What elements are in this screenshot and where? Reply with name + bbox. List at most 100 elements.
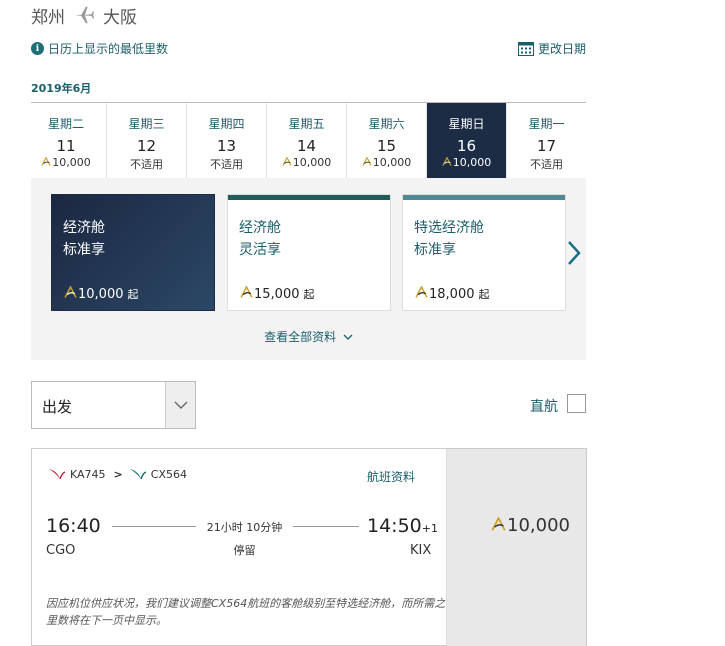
arrival-time: 14:50+1 (367, 515, 438, 537)
date-number: 14 (296, 137, 317, 155)
fare-options-panel: 特选经济舱 标准享 18,000 起经济舱 灵活享 15,000 起经济舱 标准享 10,000… (31, 178, 586, 360)
route-header: 郑州 大阪 (31, 2, 137, 28)
date-miles: 不适用 (107, 156, 186, 172)
date-number: 16 (456, 137, 477, 155)
fare-cabin: 经济舱 (239, 220, 281, 236)
flight-info-link[interactable]: 航班资料 (367, 468, 415, 485)
fare-name: 经济舱 灵活享 (239, 217, 281, 261)
fare-price: 18,000 起 (415, 286, 490, 302)
fare-price: 15,000 起 (240, 286, 315, 302)
date-miles: 10,000 (347, 156, 426, 169)
flight-duration: 21小时 10分钟 (206, 521, 283, 534)
date-miles-value: 10,000 (52, 156, 91, 169)
date-strip: 星期二 11 10,000 星期三 12 不适用 星期四 13 不适用 星期五 14 10,000 星期… (26, 103, 586, 178)
date-cell[interactable]: 星期三 12 不适用 (106, 103, 186, 178)
date-number: 15 (376, 137, 397, 155)
date-cell[interactable]: 星期一 17 不适用 (506, 103, 586, 178)
duration-line (293, 526, 359, 527)
destination-city: 大阪 (103, 7, 137, 28)
date-cell[interactable]: 星期四 13 不适用 (186, 103, 266, 178)
fare-price-value: 15,000 (254, 287, 300, 302)
fare-type: 标准享 (414, 242, 456, 258)
fare-card-topbar (403, 195, 565, 200)
fare-price: 10,000 起 (64, 286, 139, 302)
flight-number-1: KA745 (70, 467, 106, 481)
fare-price-from: 起 (303, 288, 315, 301)
plane-icon (74, 6, 95, 24)
flight-card[interactable]: KA745 > CX564 航班资料 16:40 CGO 21小时 10分钟 停… (31, 448, 587, 646)
airline-logo-icon (49, 469, 66, 480)
date-number: 12 (136, 137, 157, 155)
fare-cabin: 特选经济舱 (414, 220, 484, 236)
fare-type: 标准享 (63, 242, 105, 258)
date-miles-value: 10,000 (452, 156, 492, 169)
date-miles-value: 10,000 (372, 156, 412, 169)
date-cell[interactable]: 星期六 15 10,000 (346, 103, 426, 178)
asia-miles-icon (240, 286, 253, 298)
asia-miles-icon (415, 286, 428, 298)
date-miles-value: 10,000 (292, 156, 332, 169)
nonstop-checkbox[interactable] (567, 394, 586, 413)
origin-city: 郑州 (31, 7, 65, 28)
direction-value: 出发 (42, 398, 73, 416)
date-weekday: 星期四 (208, 117, 245, 131)
date-cell[interactable]: 星期日 16 10,000 (426, 103, 506, 178)
flight-price-value: 10,000 (507, 515, 570, 536)
flight-number-2: CX564 (150, 467, 187, 481)
asia-miles-icon (442, 157, 452, 166)
fare-name: 特选经济舱 标准享 (414, 217, 484, 261)
date-cell[interactable]: 星期二 11 10,000 (26, 103, 106, 178)
airline-logo-icon (129, 469, 147, 480)
arrival-day-offset: +1 (421, 522, 438, 535)
asia-miles-icon (282, 157, 292, 166)
fare-price-value: 10,000 (78, 287, 124, 302)
date-weekday: 星期五 (288, 117, 325, 131)
connection-arrow: > (113, 467, 123, 481)
date-miles-value: 不适用 (210, 158, 243, 171)
date-miles: 10,000 (427, 156, 506, 169)
fare-price-from: 起 (127, 288, 139, 301)
fare-option-card[interactable]: 特选经济舱标准享 18,000 起 (402, 194, 566, 311)
cabin-notice: 因应机位供应状况，我们建议调整CX564航班的客舱级别至特选经济舱，而所需之里数… (46, 597, 446, 627)
fare-option-card[interactable]: 经济舱灵活享 15,000 起 (227, 194, 391, 311)
chevron-down-icon (343, 334, 353, 340)
date-weekday: 星期一 (528, 117, 565, 131)
asia-miles-icon (491, 517, 506, 531)
date-weekday: 星期三 (128, 117, 165, 131)
asia-miles-icon (41, 157, 51, 166)
date-miles-value: 不适用 (130, 158, 163, 171)
calendar-icon (517, 42, 534, 56)
date-cell[interactable]: 星期五 14 10,000 (266, 103, 346, 178)
change-date-link[interactable]: 更改日期 (517, 40, 586, 57)
view-all-details-link[interactable]: 查看全部资料 (31, 328, 586, 345)
fare-name: 经济舱 标准享 (63, 217, 105, 261)
flight-price-panel[interactable]: 10,000 (446, 449, 586, 646)
arrival-time-value: 14:50 (367, 515, 422, 537)
info-icon: i (31, 42, 44, 55)
chevron-right-icon[interactable] (565, 240, 583, 266)
date-number: 13 (216, 137, 237, 155)
date-weekday: 星期二 (47, 117, 84, 131)
lowest-miles-text: 日历上显示的最低里数 (48, 42, 169, 56)
fare-price-from: 起 (478, 288, 490, 301)
date-miles: 不适用 (507, 156, 586, 172)
change-date-label: 更改日期 (537, 42, 586, 56)
date-miles: 10,000 (26, 156, 106, 169)
date-number: 11 (56, 137, 76, 155)
asia-miles-icon (362, 157, 372, 166)
chevron-down-icon (165, 382, 195, 428)
departure-time: 16:40 (46, 515, 101, 537)
info-row: i 日历上显示的最低里数 更改日期 (31, 40, 586, 58)
flight-numbers: KA745 > CX564 (48, 467, 187, 481)
departure-airport: CGO (46, 543, 76, 558)
duration-line (112, 526, 196, 527)
fare-type: 灵活享 (239, 242, 281, 258)
lowest-miles-note: i 日历上显示的最低里数 (31, 40, 168, 57)
fare-price-value: 18,000 (429, 287, 475, 302)
nonstop-label: 直航 (530, 399, 558, 415)
date-number: 17 (536, 137, 557, 155)
view-all-label: 查看全部资料 (264, 330, 337, 344)
calendar-month: 2019年6月 (31, 82, 92, 95)
fare-option-card[interactable]: 经济舱 标准享 10,000 起 (51, 194, 215, 311)
direction-select[interactable]: 出发 (31, 381, 196, 429)
